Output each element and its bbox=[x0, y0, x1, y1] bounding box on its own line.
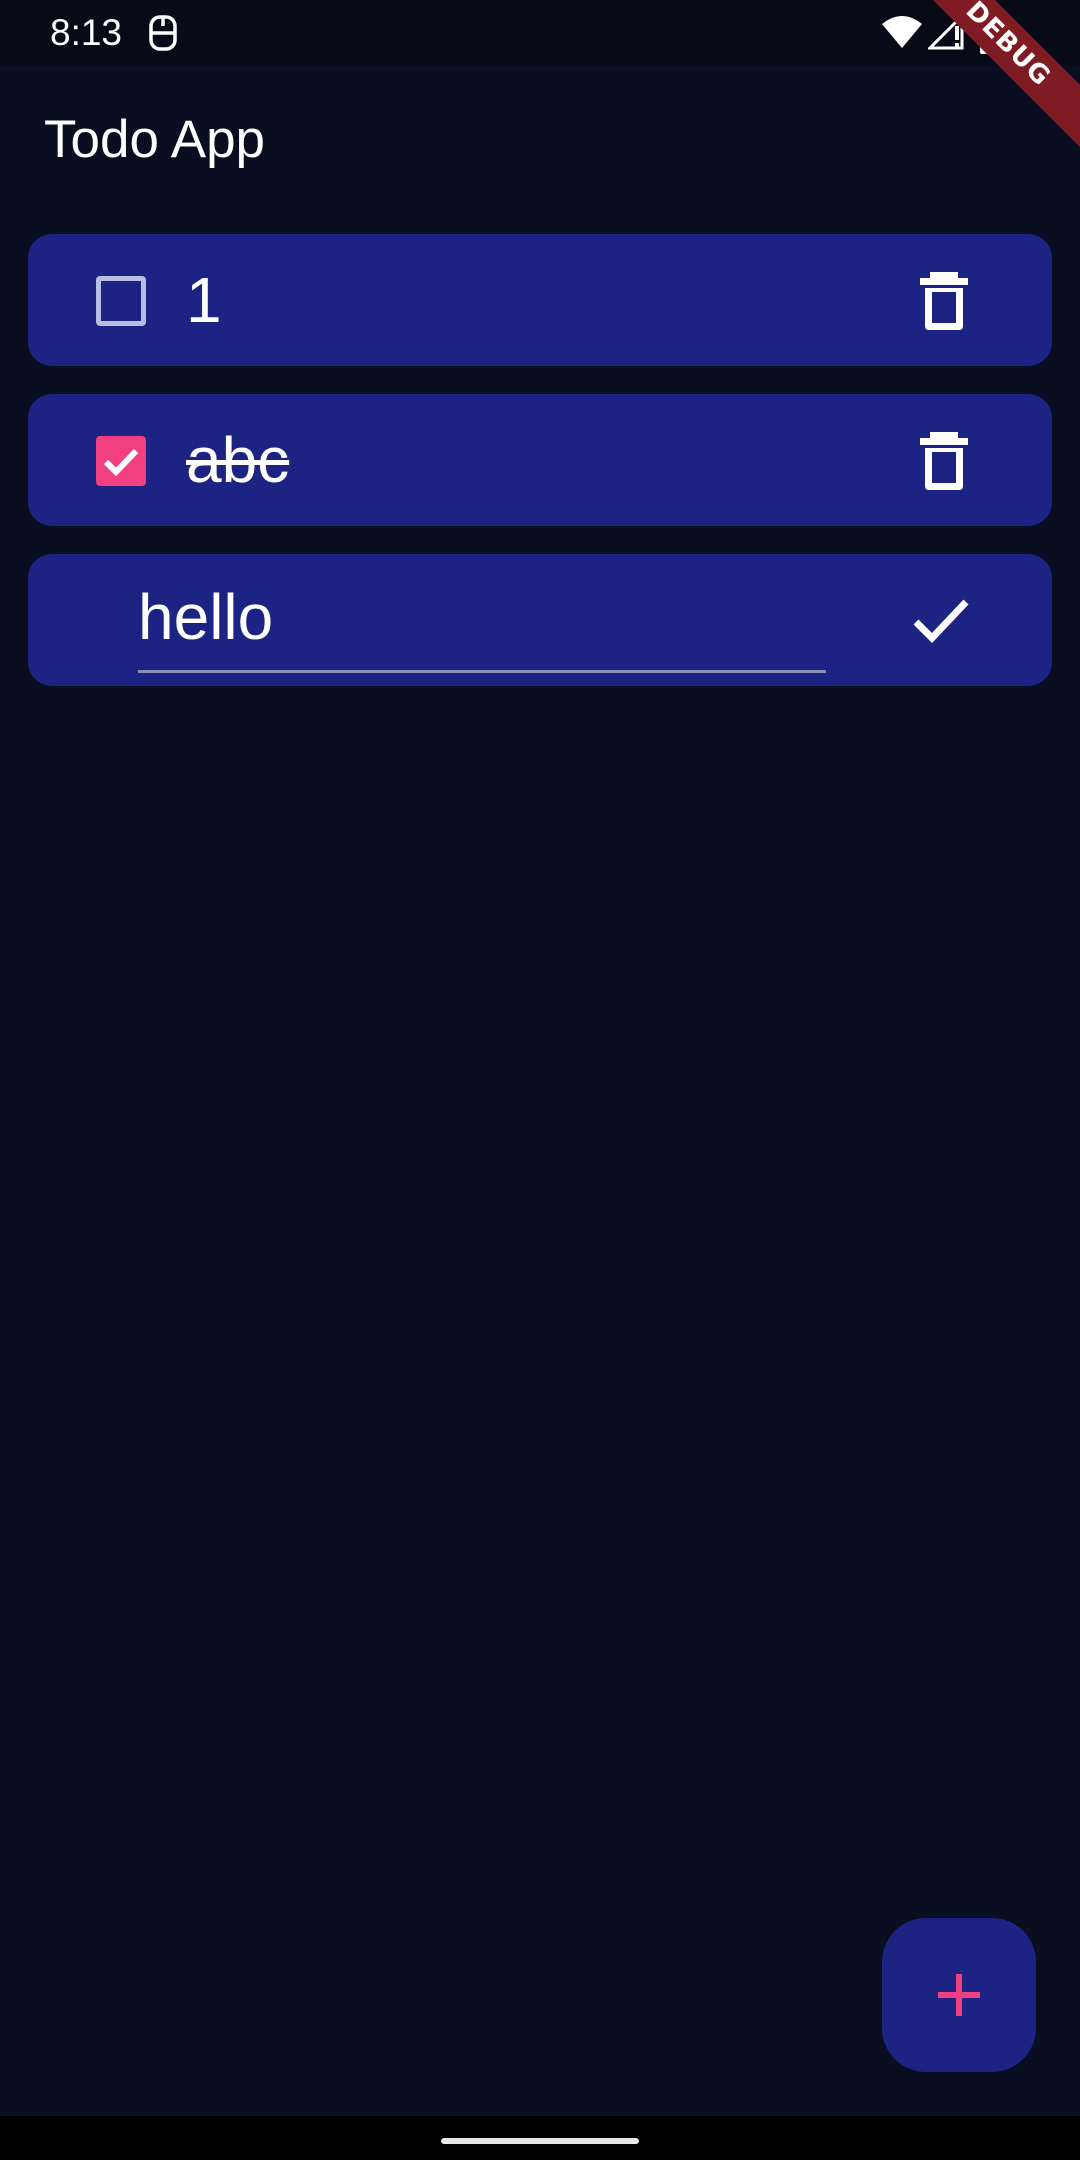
delete-icon[interactable] bbox=[908, 264, 980, 336]
screen: 8:13 DEBUG Todo App 1 abc hello bbox=[0, 0, 1080, 2160]
add-todo-button[interactable] bbox=[882, 1918, 1036, 2072]
status-time: 8:13 bbox=[50, 12, 123, 53]
todo-list: 1 abc bbox=[28, 234, 1052, 714]
todo-checkbox[interactable] bbox=[96, 276, 146, 326]
status-bar: 8:13 bbox=[0, 0, 1080, 66]
todo-text: 1 bbox=[186, 264, 222, 336]
navigation-bar bbox=[0, 2116, 1080, 2160]
app-title: Todo App bbox=[44, 110, 266, 169]
todo-item: abc bbox=[28, 394, 1052, 526]
wifi-icon bbox=[882, 16, 922, 48]
home-gesture-handle[interactable] bbox=[441, 2138, 639, 2144]
checkmark-icon bbox=[103, 448, 139, 477]
add-icon bbox=[938, 1974, 980, 2016]
delete-icon[interactable] bbox=[908, 424, 980, 496]
edit-todo-input[interactable] bbox=[138, 574, 826, 660]
todo-item-editing bbox=[28, 554, 1052, 686]
app-bar: Todo App bbox=[0, 66, 1080, 222]
todo-text-completed: abc bbox=[186, 424, 290, 496]
edit-field-underline bbox=[138, 574, 826, 673]
sim-card-icon bbox=[149, 15, 177, 51]
todo-checkbox-checked[interactable] bbox=[96, 436, 146, 486]
check-icon[interactable] bbox=[904, 584, 976, 656]
todo-item: 1 bbox=[28, 234, 1052, 366]
